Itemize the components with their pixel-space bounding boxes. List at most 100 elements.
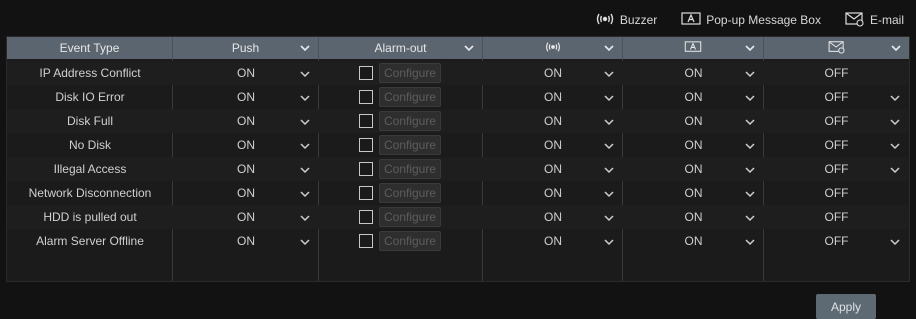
chevron-down-icon[interactable] — [889, 236, 901, 250]
configure-button[interactable]: Configure — [379, 231, 441, 251]
popup-select[interactable]: ON — [623, 229, 764, 253]
push-select[interactable]: ON — [173, 61, 319, 85]
popup-select[interactable]: ON — [623, 133, 764, 157]
chevron-down-icon[interactable] — [889, 116, 901, 130]
popup-value: ON — [684, 138, 703, 152]
event-type-cell: Disk IO Error — [7, 85, 173, 109]
chevron-down-icon[interactable] — [889, 92, 901, 106]
alarm-out-checkbox[interactable] — [359, 114, 373, 128]
alarm-out-checkbox[interactable] — [359, 66, 373, 80]
chevron-down-icon[interactable] — [299, 236, 311, 250]
email-select[interactable]: OFF — [764, 181, 909, 205]
alarm-out-cell: Configure — [319, 229, 483, 253]
popup-select[interactable]: ON — [623, 85, 764, 109]
popup-select[interactable]: ON — [623, 61, 764, 85]
buzzer-select[interactable]: ON — [483, 157, 623, 181]
alarm-out-checkbox[interactable] — [359, 162, 373, 176]
chevron-down-icon[interactable] — [299, 164, 311, 178]
chevron-down-icon[interactable] — [299, 212, 311, 226]
push-select[interactable]: ON — [173, 229, 319, 253]
configure-button[interactable]: Configure — [379, 183, 441, 203]
chevron-down-icon[interactable] — [603, 68, 615, 82]
configure-button[interactable]: Configure — [379, 159, 441, 179]
configure-button[interactable]: Configure — [379, 63, 441, 83]
popup-select[interactable]: ON — [623, 181, 764, 205]
chevron-down-icon[interactable] — [299, 116, 311, 130]
chevron-down-icon[interactable] — [889, 41, 903, 58]
event-type-cell: Disk Full — [7, 109, 173, 133]
header-email[interactable] — [764, 37, 909, 59]
chevron-down-icon[interactable] — [744, 188, 756, 202]
chevron-down-icon[interactable] — [603, 140, 615, 154]
configure-button[interactable]: Configure — [379, 207, 441, 227]
alarm-out-checkbox[interactable] — [359, 138, 373, 152]
push-select[interactable]: ON — [173, 109, 319, 133]
chevron-down-icon[interactable] — [603, 164, 615, 178]
buzzer-select[interactable]: ON — [483, 205, 623, 229]
popup-value: ON — [684, 66, 703, 80]
email-select[interactable]: OFF — [764, 109, 909, 133]
buzzer-select[interactable]: ON — [483, 133, 623, 157]
header-popup[interactable] — [623, 37, 764, 59]
alarm-out-cell: Configure — [319, 157, 483, 181]
email-select[interactable]: OFF — [764, 85, 909, 109]
buzzer-select[interactable]: ON — [483, 61, 623, 85]
push-select[interactable]: ON — [173, 157, 319, 181]
chevron-down-icon[interactable] — [602, 41, 616, 58]
popup-select[interactable]: ON — [623, 109, 764, 133]
alarm-out-checkbox[interactable] — [359, 90, 373, 104]
chevron-down-icon[interactable] — [603, 188, 615, 202]
chevron-down-icon[interactable] — [603, 92, 615, 106]
push-select[interactable]: ON — [173, 85, 319, 109]
chevron-down-icon[interactable] — [603, 236, 615, 250]
header-alarm-out[interactable]: Alarm-out — [319, 37, 483, 59]
popup-select[interactable]: ON — [623, 157, 764, 181]
chevron-down-icon[interactable] — [299, 68, 311, 82]
chevron-down-icon[interactable] — [889, 140, 901, 154]
chevron-down-icon[interactable] — [299, 92, 311, 106]
email-value: OFF — [824, 162, 849, 176]
popup-select[interactable]: ON — [623, 205, 764, 229]
popup-value: ON — [684, 186, 703, 200]
chevron-down-icon[interactable] — [298, 41, 312, 58]
buzzer-select[interactable]: ON — [483, 181, 623, 205]
alarm-out-checkbox[interactable] — [359, 234, 373, 248]
event-type-cell: HDD is pulled out — [7, 205, 173, 229]
email-select[interactable]: OFF — [764, 61, 909, 85]
chevron-down-icon[interactable] — [744, 164, 756, 178]
apply-button[interactable]: Apply — [816, 294, 876, 319]
configure-button[interactable]: Configure — [379, 111, 441, 131]
push-select[interactable]: ON — [173, 205, 319, 229]
email-select[interactable]: OFF — [764, 229, 909, 253]
chevron-down-icon[interactable] — [889, 164, 901, 178]
chevron-down-icon[interactable] — [603, 212, 615, 226]
email-select[interactable]: OFF — [764, 133, 909, 157]
header-push[interactable]: Push — [173, 37, 319, 59]
alarm-out-checkbox[interactable] — [359, 186, 373, 200]
chevron-down-icon[interactable] — [299, 140, 311, 154]
chevron-down-icon[interactable] — [744, 68, 756, 82]
alarm-out-checkbox[interactable] — [359, 210, 373, 224]
chevron-down-icon[interactable] — [744, 116, 756, 130]
legend-popup: Pop-up Message Box — [681, 11, 821, 29]
email-select[interactable]: OFF — [764, 157, 909, 181]
email-select[interactable]: OFF — [764, 205, 909, 229]
chevron-down-icon[interactable] — [299, 188, 311, 202]
chevron-down-icon[interactable] — [462, 41, 476, 58]
buzzer-select[interactable]: ON — [483, 85, 623, 109]
chevron-down-icon[interactable] — [744, 92, 756, 106]
chevron-down-icon[interactable] — [744, 212, 756, 226]
chevron-down-icon[interactable] — [743, 41, 757, 58]
configure-button[interactable]: Configure — [379, 135, 441, 155]
buzzer-select[interactable]: ON — [483, 109, 623, 133]
push-select[interactable]: ON — [173, 181, 319, 205]
header-buzzer[interactable] — [483, 37, 623, 59]
configure-button[interactable]: Configure — [379, 87, 441, 107]
buzzer-select[interactable]: ON — [483, 229, 623, 253]
push-select[interactable]: ON — [173, 133, 319, 157]
chevron-down-icon[interactable] — [744, 236, 756, 250]
chevron-down-icon[interactable] — [603, 116, 615, 130]
legend-buzzer: Buzzer — [595, 12, 657, 29]
chevron-down-icon[interactable] — [744, 140, 756, 154]
event-type-label: Disk IO Error — [55, 90, 125, 104]
